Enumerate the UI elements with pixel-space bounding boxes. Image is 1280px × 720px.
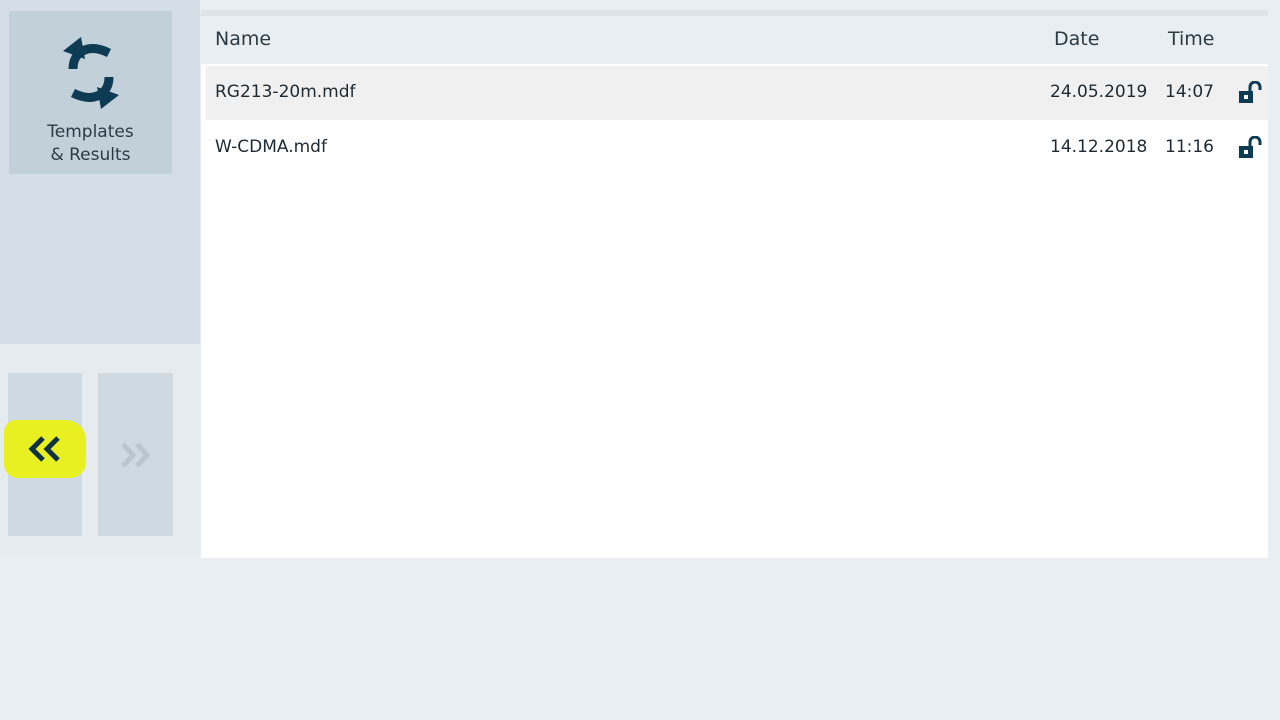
templates-results-label: Templates & Results	[47, 121, 133, 167]
templates-results-button[interactable]: Templates & Results	[9, 11, 172, 174]
column-header-time[interactable]: Time	[1168, 28, 1215, 50]
file-time: 11:16	[1165, 137, 1214, 157]
file-name: RG213-20m.mdf	[215, 82, 356, 102]
file-row[interactable]: RG213-20m.mdf 24.05.2019 14:07	[206, 66, 1268, 120]
column-header-date[interactable]: Date	[1054, 28, 1099, 50]
unlocked-padlock-icon[interactable]	[1237, 81, 1265, 105]
sync-arrows-icon	[62, 37, 119, 109]
side-panel: Templates & Results	[0, 0, 200, 344]
file-list: Name Date Time RG213-20m.mdf 24.05.2019 …	[201, 10, 1268, 558]
file-name: W-CDMA.mdf	[215, 137, 327, 157]
back-button-highlight	[4, 420, 86, 478]
templates-label-line1: Templates	[47, 122, 134, 142]
unlocked-padlock-icon[interactable]	[1237, 136, 1265, 160]
app-window: Templates & Results Name Date Time RG213…	[0, 0, 1280, 720]
file-date: 24.05.2019	[1050, 82, 1148, 102]
double-chevron-right-icon	[120, 441, 150, 468]
templates-label-line2: & Results	[50, 145, 131, 165]
column-header-name[interactable]: Name	[215, 28, 271, 50]
file-date: 14.12.2018	[1050, 137, 1148, 157]
file-time: 14:07	[1165, 82, 1214, 102]
list-header: Name Date Time	[201, 16, 1268, 64]
forward-button[interactable]	[98, 373, 173, 536]
file-row[interactable]: W-CDMA.mdf 14.12.2018 11:16	[206, 121, 1268, 175]
